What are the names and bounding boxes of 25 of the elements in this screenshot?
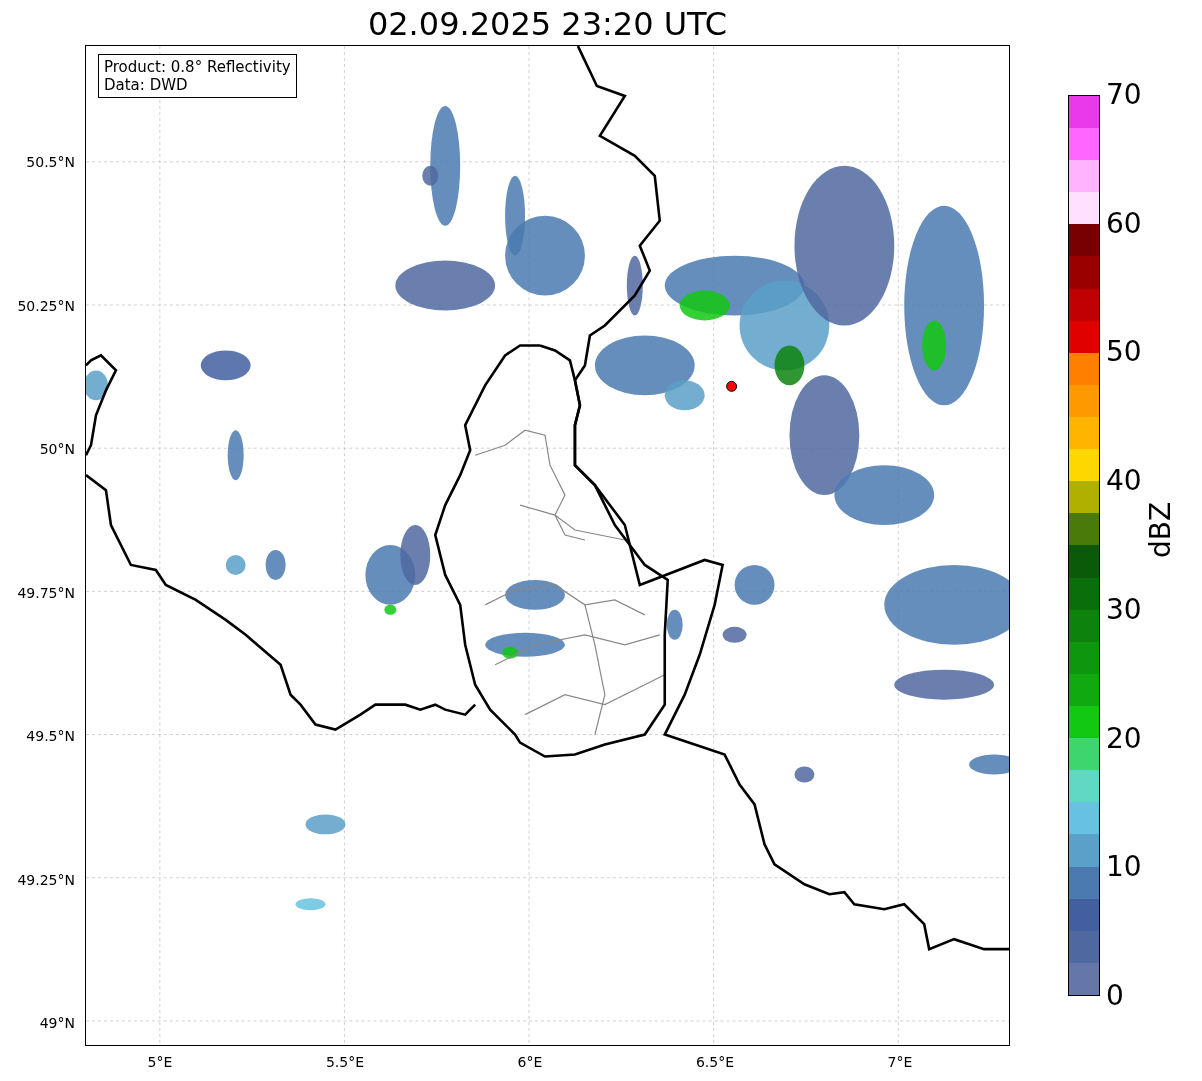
axis-tick-label: 50.5°N (26, 154, 75, 170)
legend-text: Data: DWD (104, 76, 189, 94)
axis-tick-label: 49°N (39, 1015, 75, 1031)
colorbar-label: dBZ (1143, 501, 1177, 559)
colorbar-tick-label: 0 (1106, 981, 1124, 1011)
axis-tick-label: 49.5°N (26, 728, 75, 744)
chart-title: 02.09.2025 23:20 UTC (366, 4, 729, 44)
colorbar-tick-label: 60 (1106, 208, 1142, 239)
axis-tick-label: 6.5°E (695, 1054, 735, 1070)
colorbar-tick-label: 30 (1106, 594, 1142, 625)
axis-tick-label: 49.75°N (17, 584, 75, 601)
axis-tick-label: 49.25°N (17, 871, 75, 888)
axis-tick-label: 50°N (39, 441, 75, 457)
axis-tick-label: 6°E (517, 1054, 543, 1070)
colorbar-tick-label: 40 (1106, 466, 1142, 497)
axis-tick-label: 5.5°E (325, 1054, 365, 1070)
colorbar-tick-label: 10 (1106, 852, 1142, 883)
axis-tick-label: 7°E (887, 1054, 913, 1070)
legend-text: Product: 0.8° Reflectivity (104, 58, 291, 76)
colorbar-tick-label: 70 (1106, 80, 1142, 110)
colorbar-tick-label: 50 (1106, 337, 1142, 368)
colorbar-tick-label: 20 (1106, 723, 1142, 754)
axis-tick-label: 5°E (147, 1054, 173, 1070)
station-marker (726, 380, 738, 392)
axis-tick-label: 50.25°N (17, 297, 75, 314)
